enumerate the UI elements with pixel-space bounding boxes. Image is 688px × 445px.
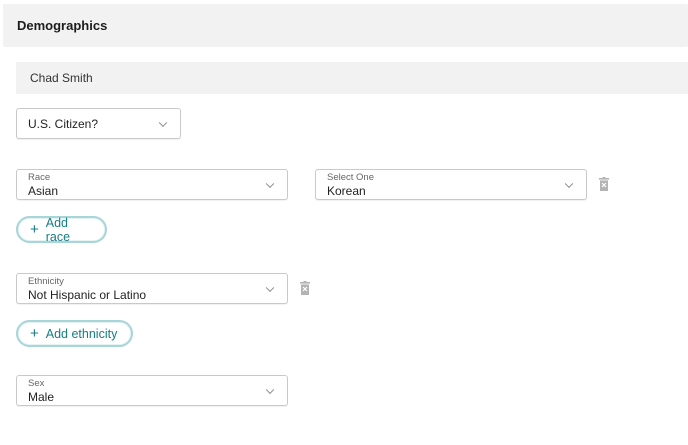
add-ethnicity-label: Add ethnicity xyxy=(45,326,118,341)
trash-icon[interactable] xyxy=(300,281,310,295)
chevron-down-icon xyxy=(158,118,168,127)
race-select[interactable]: Race Asian xyxy=(16,169,288,200)
add-race-label: Add race xyxy=(45,215,71,244)
add-race-button[interactable]: + Add race xyxy=(16,215,107,244)
sex-select[interactable]: Sex Male xyxy=(16,375,288,406)
ethnicity-select-value: Not Hispanic or Latino xyxy=(28,288,147,302)
chevron-down-icon xyxy=(265,283,275,292)
chevron-down-icon xyxy=(265,385,275,394)
race-detail-select[interactable]: Select One Korean xyxy=(315,169,587,200)
race-detail-select-value: Korean xyxy=(327,184,366,198)
trash-icon[interactable] xyxy=(599,177,609,191)
ethnicity-select[interactable]: Ethnicity Not Hispanic or Latino xyxy=(16,273,288,304)
race-detail-select-label: Select One xyxy=(327,172,374,183)
race-select-label: Race xyxy=(28,172,51,183)
chevron-down-icon xyxy=(265,179,275,188)
plus-icon: + xyxy=(30,325,39,342)
person-name-bar: Chad Smith xyxy=(16,62,688,94)
section-header: Demographics xyxy=(3,4,688,47)
section-title: Demographics xyxy=(17,18,108,33)
sex-select-label: Sex xyxy=(28,378,45,389)
plus-icon: + xyxy=(30,221,39,238)
sex-select-value: Male xyxy=(28,390,55,404)
race-select-value: Asian xyxy=(28,184,59,198)
add-ethnicity-button[interactable]: + Add ethnicity xyxy=(16,320,133,347)
person-name: Chad Smith xyxy=(30,71,93,85)
citizen-select-value: U.S. Citizen? xyxy=(28,117,99,131)
chevron-down-icon xyxy=(564,179,574,188)
citizen-select[interactable]: U.S. Citizen? xyxy=(16,108,181,139)
ethnicity-select-label: Ethnicity xyxy=(28,276,64,287)
